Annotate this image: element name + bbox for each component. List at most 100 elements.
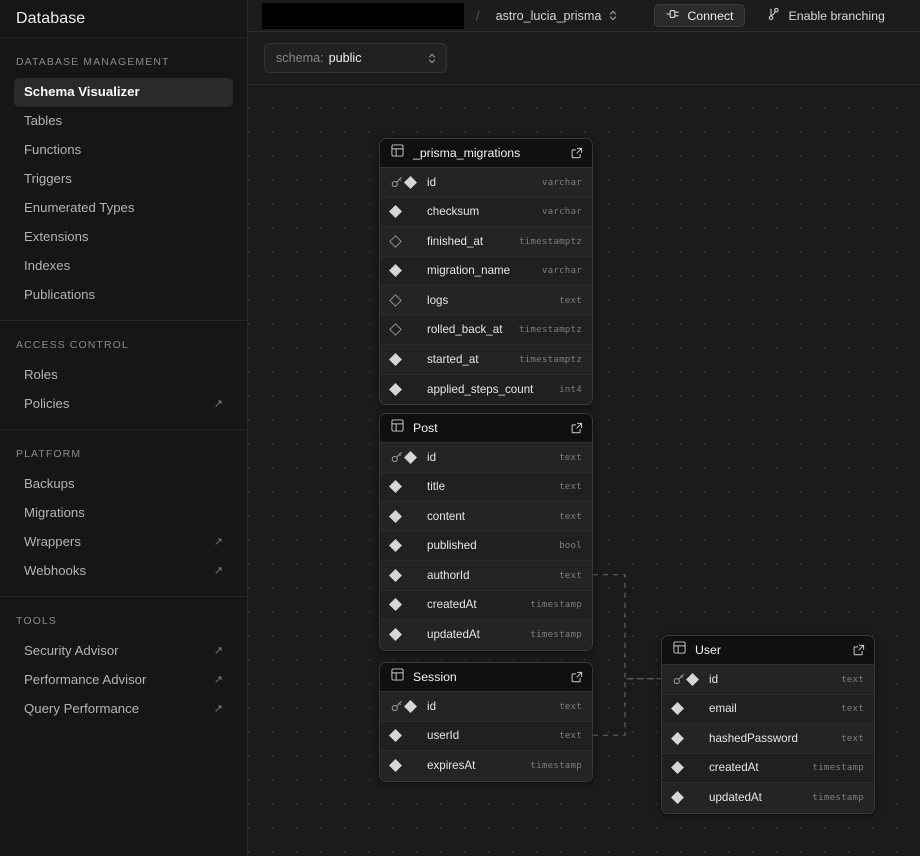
git-branch-icon: [767, 7, 780, 24]
column-type: timestamp: [812, 762, 864, 774]
column-type: timestamptz: [518, 324, 582, 336]
column-name: content: [427, 509, 466, 523]
table-column-row[interactable]: id text: [380, 443, 592, 473]
table-column-row[interactable]: id varchar: [380, 168, 592, 198]
required-diamond-icon: [389, 264, 402, 278]
table-column-row[interactable]: id text: [662, 665, 874, 695]
sidebar-item-triggers[interactable]: Triggers: [14, 165, 233, 194]
sidebar-group: ACCESS CONTROL Roles Policies ↗: [0, 321, 247, 430]
sidebar-header: Database: [0, 0, 247, 38]
table-card[interactable]: User id text email text hashedPassword text cr…: [661, 635, 875, 814]
external-link-icon: ↗: [213, 673, 223, 686]
sidebar-item-enumerated-types[interactable]: Enumerated Types: [14, 194, 233, 223]
table-column-row[interactable]: updatedAt timestamp: [662, 783, 874, 813]
sidebar-item-tables[interactable]: Tables: [14, 107, 233, 136]
table-column-row[interactable]: authorId text: [380, 561, 592, 591]
table-column-row[interactable]: title text: [380, 472, 592, 502]
sidebar-item-label: Extensions: [24, 229, 89, 244]
column-markers: [389, 480, 427, 494]
table-column-row[interactable]: id text: [380, 692, 592, 722]
external-link-icon: ↗: [213, 535, 223, 548]
column-type: text: [559, 700, 582, 712]
table-card-header[interactable]: Post: [380, 414, 592, 443]
column-markers: [391, 699, 427, 713]
column-name: finished_at: [427, 234, 484, 248]
table-column-row[interactable]: email text: [662, 694, 874, 724]
sidebar-item-wrappers[interactable]: Wrappers ↗: [14, 528, 233, 557]
sidebar-item-security-advisor[interactable]: Security Advisor ↗: [14, 637, 233, 666]
sidebar-item-publications[interactable]: Publications: [14, 281, 233, 310]
sidebar-item-query-performance[interactable]: Query Performance ↗: [14, 695, 233, 724]
sidebar-item-label: Functions: [24, 142, 82, 157]
table-card[interactable]: Post id text title text content text published…: [379, 413, 593, 651]
table-column-row[interactable]: applied_steps_count int4: [380, 374, 592, 404]
sidebar-item-functions[interactable]: Functions: [14, 136, 233, 165]
sidebar-group: DATABASE MANAGEMENT Schema Visualizer Tabl…: [0, 38, 247, 321]
sidebar-item-roles[interactable]: Roles: [14, 361, 233, 390]
table-column-row[interactable]: createdAt timestamp: [380, 590, 592, 620]
open-table-external-link-icon[interactable]: [571, 147, 583, 159]
table-column-row[interactable]: hashedPassword text: [662, 724, 874, 754]
schema-selector-prefix: schema:: [276, 51, 324, 65]
primary-key-icon: [673, 673, 685, 685]
sidebar-item-label: Enumerated Types: [24, 200, 135, 215]
connect-button[interactable]: Connect: [654, 4, 746, 27]
sidebar-item-performance-advisor[interactable]: Performance Advisor ↗: [14, 666, 233, 695]
breadcrumb-project-selector[interactable]: astro_lucia_prisma: [496, 9, 619, 23]
required-diamond-icon: [671, 702, 684, 716]
column-type: text: [841, 673, 864, 685]
sidebar-item-policies[interactable]: Policies ↗: [14, 390, 233, 419]
column-name: email: [709, 702, 737, 716]
open-table-external-link-icon[interactable]: [853, 644, 865, 656]
schema-selector[interactable]: schema: public: [264, 43, 447, 73]
table-column-row[interactable]: finished_at timestamptz: [380, 227, 592, 257]
column-type: varchar: [541, 265, 582, 277]
column-name: authorId: [427, 568, 470, 582]
column-type: text: [559, 510, 582, 522]
sidebar-item-label: Publications: [24, 287, 96, 302]
table-card-header[interactable]: _prisma_migrations: [380, 139, 592, 168]
schema-canvas[interactable]: _prisma_migrations id varchar checksum varc…: [248, 85, 920, 856]
table-card[interactable]: _prisma_migrations id varchar checksum varc…: [379, 138, 593, 405]
schema-selector-value: public: [328, 51, 362, 65]
table-column-row[interactable]: rolled_back_at timestamptz: [380, 315, 592, 345]
column-markers: [389, 293, 427, 307]
open-table-external-link-icon[interactable]: [571, 671, 583, 683]
required-diamond-icon: [389, 539, 402, 553]
table-column-row[interactable]: userId text: [380, 721, 592, 751]
column-name: checksum: [427, 205, 480, 219]
column-name: hashedPassword: [709, 731, 798, 745]
table-column-row[interactable]: migration_name varchar: [380, 256, 592, 286]
column-markers: [389, 598, 427, 612]
column-name: id: [427, 450, 437, 464]
sidebar-item-webhooks[interactable]: Webhooks ↗: [14, 557, 233, 586]
table-card[interactable]: Session id text userId text expiresAt timesta…: [379, 662, 593, 782]
column-markers: [671, 791, 709, 805]
top-bar: / astro_lucia_prisma Connect Enable bran…: [248, 0, 920, 32]
table-column-row[interactable]: published bool: [380, 531, 592, 561]
sidebar-item-schema-visualizer[interactable]: Schema Visualizer: [14, 78, 233, 107]
required-diamond-icon: [389, 480, 402, 494]
sidebar-group-label: PLATFORM: [16, 448, 82, 460]
table-column-row[interactable]: logs text: [380, 286, 592, 316]
table-column-row[interactable]: checksum varchar: [380, 197, 592, 227]
table-card-header[interactable]: Session: [380, 663, 592, 692]
table-column-row[interactable]: createdAt timestamp: [662, 753, 874, 783]
open-table-external-link-icon[interactable]: [571, 422, 583, 434]
column-name: rolled_back_at: [427, 323, 503, 337]
sidebar-item-backups[interactable]: Backups: [14, 470, 233, 499]
sidebar-item-extensions[interactable]: Extensions: [14, 223, 233, 252]
table-column-row[interactable]: expiresAt timestamp: [380, 751, 592, 781]
enable-branching-button[interactable]: Enable branching: [767, 7, 885, 24]
column-markers: [389, 205, 427, 219]
table-card-header[interactable]: User: [662, 636, 874, 665]
table-name: User: [695, 643, 721, 657]
sidebar-item-label: Webhooks: [24, 563, 87, 578]
sidebar-item-migrations[interactable]: Migrations: [14, 499, 233, 528]
table-column-row[interactable]: started_at timestamptz: [380, 345, 592, 375]
table-column-row[interactable]: content text: [380, 502, 592, 532]
sidebar-item-indexes[interactable]: Indexes: [14, 252, 233, 281]
column-markers: [389, 352, 427, 366]
table-column-row[interactable]: updatedAt timestamp: [380, 620, 592, 650]
primary-key-icon: [391, 451, 403, 463]
